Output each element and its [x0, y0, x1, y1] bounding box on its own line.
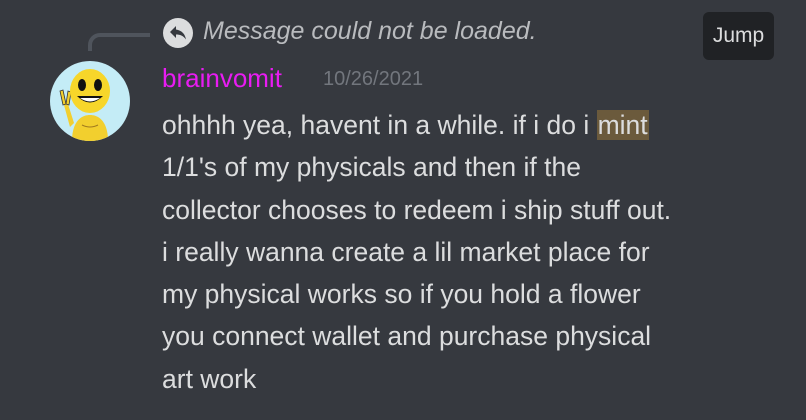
author-username[interactable]: brainvomit [162, 60, 282, 96]
message-line: i really wanna create a lil market place… [162, 236, 650, 267]
message-text: ohhhh yea, havent in a while. if i do i [162, 110, 597, 140]
jump-button[interactable]: Jump [703, 12, 774, 60]
chat-message: Message could not be loaded. Jump brainv… [0, 0, 806, 420]
message-line: you connect wallet and purchase physical [162, 321, 652, 352]
message-line: my physical works so if you hold a flowe… [162, 279, 641, 310]
message-timestamp: 10/26/2021 [323, 68, 424, 90]
reply-unavailable-text[interactable]: Message could not be loaded. [203, 14, 537, 48]
avatar[interactable] [50, 61, 130, 141]
message-content: ohhhh yea, havent in a while. if i do i … [162, 104, 752, 400]
reply-arrow-icon [163, 18, 193, 48]
message-line: art work [162, 363, 257, 394]
message-line: collector chooses to redeem i ship stuff… [162, 194, 672, 225]
message-line: ohhhh yea, havent in a while. if i do i … [162, 104, 752, 146]
highlighted-word: mint [596, 110, 649, 140]
message-line: 1/1's of my physicals and then if the [162, 152, 581, 183]
reply-connector-line [88, 33, 150, 51]
